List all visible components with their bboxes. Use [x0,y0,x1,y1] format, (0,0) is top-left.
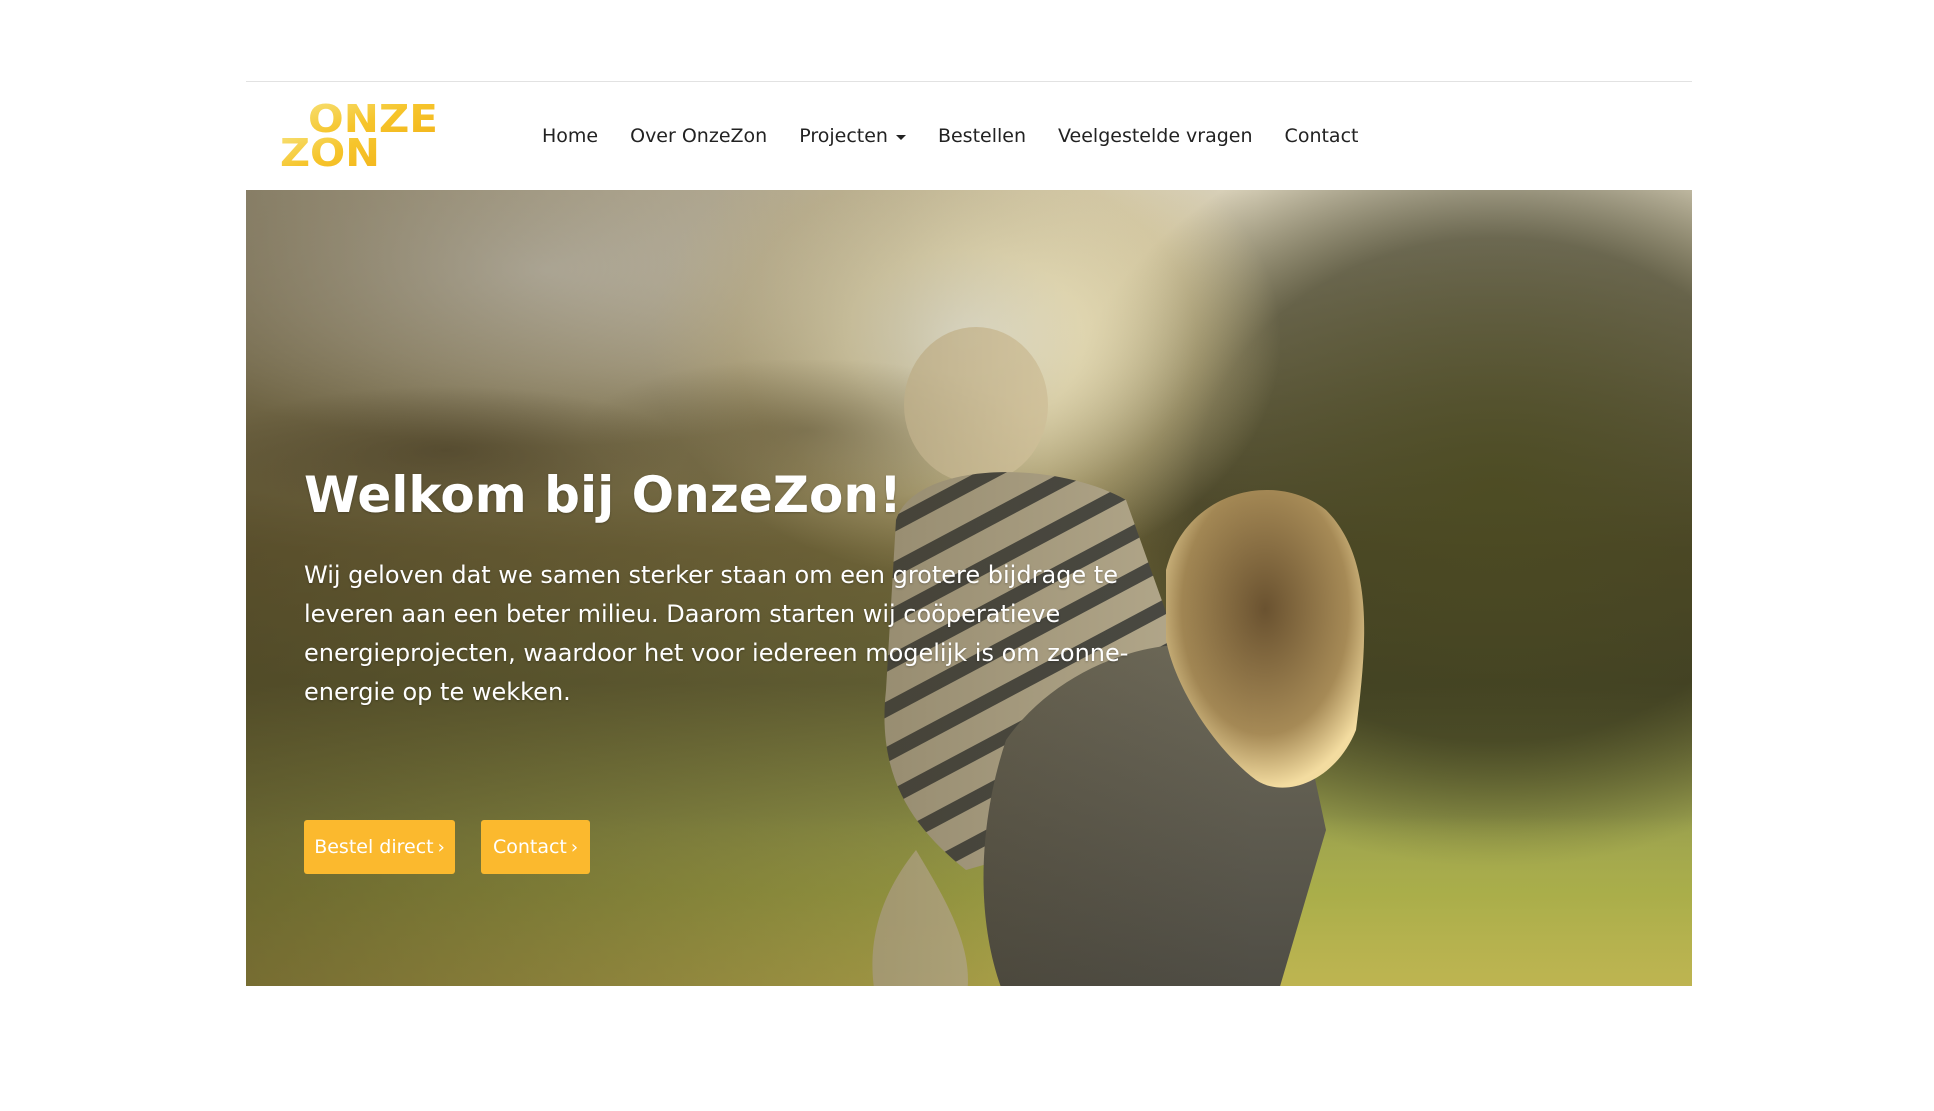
hero-banner: Welkom bij OnzeZon! Wij geloven dat we s… [246,190,1692,986]
order-now-button[interactable]: Bestel direct › [304,820,455,874]
nav-item-label: Contact [1284,125,1359,147]
contact-label: Contact [492,836,567,858]
nav-item-veelgestelde-vragen[interactable]: Veelgestelde vragen [1042,125,1269,147]
logo-text-line2: ZON [280,131,380,170]
nav-item-contact[interactable]: Contact [1269,125,1375,147]
page-frame: ONZE ZON Home Over OnzeZon Projecten Bes… [246,81,1692,986]
nav-item-label: Projecten [799,125,888,147]
main-nav: Home Over OnzeZon Projecten Bestellen Ve… [526,82,1374,190]
nav-item-projecten[interactable]: Projecten [783,125,922,147]
contact-button[interactable]: Contact › [481,820,590,874]
nav-item-over-onzezon[interactable]: Over OnzeZon [614,125,783,147]
nav-item-bestellen[interactable]: Bestellen [922,125,1042,147]
nav-item-label: Veelgestelde vragen [1058,125,1253,147]
site-header: ONZE ZON Home Over OnzeZon Projecten Bes… [246,82,1692,190]
nav-item-label: Home [542,125,599,147]
nav-item-label: Bestellen [937,125,1027,147]
order-now-label: Bestel direct [314,836,434,858]
hero-description: Wij geloven dat we samen sterker staan o… [304,561,1129,706]
caret-down-icon [895,134,906,140]
nav-item-label: Over OnzeZon [630,125,768,147]
hero-title: Welkom bij OnzeZon! [304,466,902,524]
nav-item-home[interactable]: Home [526,125,614,147]
chevron-right-icon: › [437,836,445,858]
onzezon-logo[interactable]: ONZE ZON [280,98,450,170]
chevron-right-icon: › [570,836,579,858]
